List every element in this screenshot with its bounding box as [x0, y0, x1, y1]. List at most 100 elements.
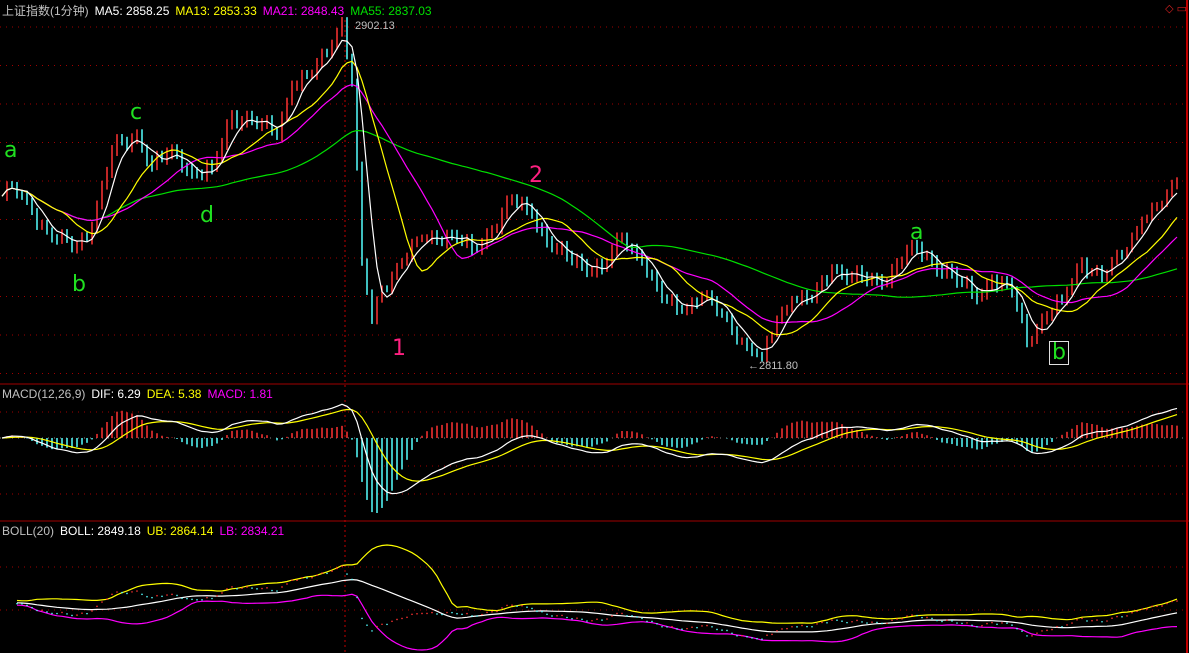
boll-price-dot	[1076, 618, 1078, 621]
boll-price-dot	[931, 617, 933, 620]
boll-price-dot	[561, 614, 563, 617]
boll-price-dot	[406, 616, 408, 619]
boll-price-dot	[621, 612, 623, 615]
boll-price-dot	[1091, 619, 1093, 622]
boll-price-dot	[1016, 627, 1018, 630]
boll-price-dot	[266, 587, 268, 589]
boll-price-dot	[616, 612, 618, 615]
boll-price-dot	[541, 610, 543, 613]
boll-price-dot	[916, 614, 918, 617]
diamond-icon[interactable]: ◇	[1165, 3, 1173, 15]
boll-price-dot	[951, 620, 953, 622]
boll-price-dot	[921, 616, 923, 619]
boll-price-dot	[146, 595, 148, 598]
boll-price-dot	[421, 612, 423, 615]
boll-price-dot	[296, 579, 298, 581]
boll-price-dot	[36, 609, 38, 612]
boll-price-dot	[586, 620, 588, 622]
boll-price-dot	[66, 613, 68, 615]
boll-price-dot	[1121, 615, 1123, 618]
boll-price-dot	[96, 605, 98, 608]
boll-price-dot	[401, 617, 403, 620]
boll-price-dot	[171, 593, 173, 596]
ma21-value: MA21: 2848.43	[262, 4, 345, 18]
ma13-value: MA13: 2853.33	[175, 4, 257, 18]
boll-price-dot	[1081, 617, 1083, 620]
boll-price-dot	[901, 617, 903, 620]
boll-price-dot	[416, 613, 418, 615]
boll-price-dot	[186, 597, 188, 600]
boll-price-dot	[86, 612, 88, 615]
boll-price-dot	[926, 616, 928, 619]
boll-price-dot	[941, 620, 943, 623]
boll-price-dot	[151, 596, 153, 599]
boll-price-dot	[506, 604, 508, 607]
boll-price-dot	[646, 620, 648, 623]
boll-price-dot	[756, 637, 758, 640]
boll-price-dot	[696, 626, 698, 629]
boll-price-dot	[786, 627, 788, 630]
boll-price-dot	[876, 621, 878, 624]
boll-upper-line	[16, 544, 1178, 624]
boll-price-dot	[26, 604, 28, 607]
boll-price-dot	[856, 619, 858, 622]
boll-price-dot	[236, 588, 238, 590]
boll-price-dot	[861, 621, 863, 623]
boll-price-dot	[666, 626, 668, 628]
boll-price-dot	[276, 590, 278, 592]
boll-price-dot	[131, 591, 133, 593]
boll-price-dot	[796, 626, 798, 628]
boll-price-dot	[531, 607, 533, 610]
boll-price-dot	[386, 623, 388, 626]
high-price-mark: 2902.13	[355, 20, 395, 32]
boll-price-dot	[886, 622, 888, 625]
boll-price-dot	[271, 589, 273, 592]
boll-price-dot	[661, 625, 663, 628]
boll-price-dot	[791, 625, 793, 628]
boll-price-dot	[636, 616, 638, 618]
boll-price-dot	[591, 619, 593, 622]
boll-price-dot	[161, 595, 163, 598]
boll-price-dot	[651, 620, 653, 623]
wave-label: b	[1049, 341, 1069, 365]
boll-value: BOLL: 2849.18	[60, 524, 141, 538]
boll-price-dot	[41, 609, 43, 612]
boll-price-dot	[746, 635, 748, 638]
boll-price-dot	[1141, 608, 1143, 611]
boll-price-dot	[1136, 610, 1138, 613]
boll-price-dot	[806, 625, 808, 628]
wave-label: a	[4, 138, 18, 163]
boll-price-dot	[716, 628, 718, 631]
boll-price-dot	[866, 622, 868, 624]
boll-price-dot	[231, 586, 233, 588]
boll-price-dot	[246, 586, 248, 588]
boll-price-dot	[336, 567, 338, 570]
low-price-value: 2811.80	[759, 360, 798, 372]
window-icon[interactable]: ▭	[1177, 3, 1187, 15]
boll-price-dot	[1001, 622, 1003, 624]
boll-price-dot	[881, 622, 883, 625]
boll-price-dot	[741, 634, 743, 637]
boll-price-dot	[1146, 608, 1148, 610]
boll-price-dot	[281, 586, 283, 588]
boll-price-dot	[551, 615, 553, 617]
boll-price-dot	[496, 610, 498, 613]
boll-price-dot	[426, 612, 428, 615]
boll-price-dot	[571, 617, 573, 620]
boll-price-dot	[1176, 600, 1178, 602]
boll-price-dot	[1171, 600, 1173, 603]
boll-price-dot	[461, 613, 463, 616]
boll-price-dot	[1041, 630, 1043, 632]
boll-price-dot	[606, 618, 608, 620]
corner-controls: ◇ ▭	[1165, 2, 1187, 15]
boll-price-dot	[851, 620, 853, 623]
boll-price-dot	[456, 612, 458, 615]
boll-price-dot	[301, 577, 303, 579]
boll-price-dot	[111, 593, 113, 596]
boll-price-dot	[1161, 605, 1163, 607]
boll-price-dot	[1006, 622, 1008, 624]
boll-price-dot	[526, 606, 528, 608]
dif-value: DIF: 6.29	[91, 387, 141, 401]
boll-price-dot	[121, 591, 123, 594]
boll-price-dot	[366, 624, 368, 626]
